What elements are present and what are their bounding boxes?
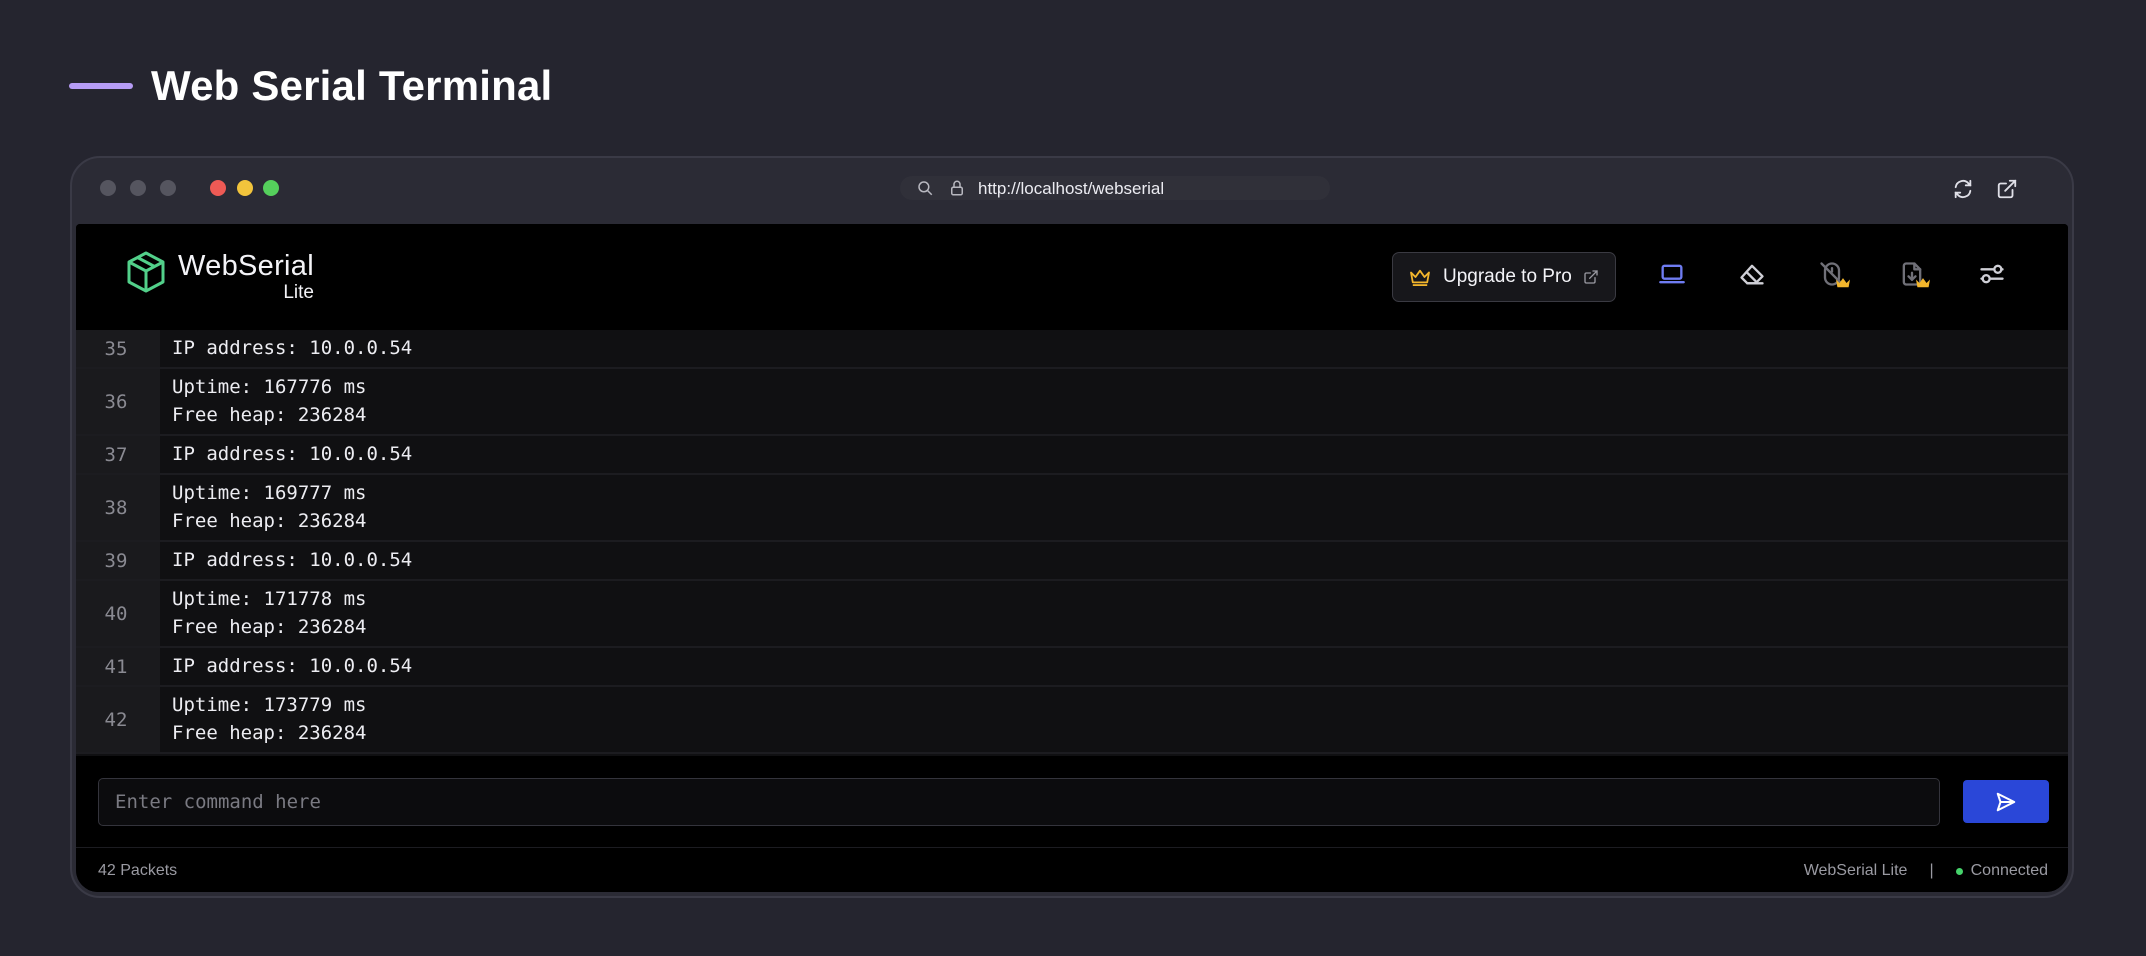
crown-icon: [1916, 278, 1930, 288]
lock-icon: [951, 180, 963, 196]
log-message: IP address: 10.0.0.54: [160, 330, 412, 367]
monitor-icon: [1659, 264, 1685, 284]
settings-button[interactable]: [1978, 260, 2012, 294]
inactive-dot: [130, 180, 146, 196]
connection-status: Connected: [1970, 862, 2048, 879]
log-message: Uptime: 171778 ms Free heap: 236284: [160, 581, 366, 646]
logo-subtitle: Lite: [283, 282, 314, 303]
log-message: IP address: 10.0.0.54: [160, 542, 412, 579]
clear-terminal-button[interactable]: [1738, 260, 1772, 294]
line-number: 38: [76, 475, 160, 540]
log-line-text: Uptime: 171778 ms: [172, 588, 367, 610]
log-row: 39 IP address: 10.0.0.54: [76, 542, 2068, 581]
send-icon: [1996, 792, 2016, 811]
log-message: Uptime: 169777 ms Free heap: 236284: [160, 475, 366, 540]
terminal-log[interactable]: 35 IP address: 10.0.0.54 36 Uptime: 167776 …: [76, 330, 2068, 756]
close-window-button[interactable]: [210, 180, 226, 196]
log-line-text: Free heap: 236284: [172, 722, 367, 744]
page-header: Web Serial Terminal: [69, 62, 552, 110]
log-line-text: Uptime: 167776 ms: [172, 376, 367, 398]
inactive-dot: [100, 180, 116, 196]
log-line-text: Free heap: 236284: [172, 510, 367, 532]
packet-count: 42 Packets: [98, 862, 178, 879]
sliders-icon: [1980, 264, 2004, 284]
log-line-text: IP address: 10.0.0.54: [172, 655, 413, 677]
log-row: 40 Uptime: 171778 ms Free heap: 236284: [76, 581, 2068, 648]
external-link-icon: [1584, 270, 1598, 284]
command-bar: [76, 756, 2068, 848]
page-title: Web Serial Terminal: [151, 62, 553, 109]
log-message: IP address: 10.0.0.54: [160, 436, 412, 473]
open-external-icon[interactable]: [1996, 178, 2018, 200]
log-row: 37 IP address: 10.0.0.54: [76, 436, 2068, 475]
connection-status-dot: [1955, 867, 1963, 875]
line-number: 39: [76, 542, 160, 579]
export-log-button[interactable]: [1898, 260, 1932, 294]
eraser-icon: [1740, 264, 1764, 285]
address-bar[interactable]: http://localhost/webserial: [900, 176, 1330, 200]
line-number: 41: [76, 648, 160, 685]
status-separator: |: [1929, 862, 1934, 879]
app-version-label: WebSerial Lite: [1803, 862, 1908, 879]
log-line-text: Free heap: 236284: [172, 404, 367, 426]
log-row: 35 IP address: 10.0.0.54: [76, 330, 2068, 369]
app-logo: WebSerial Lite: [126, 250, 314, 302]
browser-chrome: http://localhost/webserial: [72, 158, 2072, 222]
line-number: 42: [76, 687, 160, 752]
terminal-view-button[interactable]: [1658, 260, 1692, 294]
autoscroll-toggle-button[interactable]: [1818, 260, 1852, 294]
line-number: 35: [76, 330, 160, 367]
log-message: IP address: 10.0.0.54: [160, 648, 412, 685]
browser-window: http://localhost/webserial WebSerial Lit…: [70, 156, 2074, 898]
search-icon: [918, 181, 933, 196]
url-text: http://localhost/webserial: [978, 179, 1165, 198]
upgrade-label: Upgrade to Pro: [1443, 266, 1572, 287]
log-message: Uptime: 167776 ms Free heap: 236284: [160, 369, 366, 434]
upgrade-to-pro-button[interactable]: Upgrade to Pro: [1392, 252, 1616, 302]
send-button[interactable]: [1963, 780, 2049, 823]
logo-name: WebSerial: [178, 250, 314, 282]
cube-logo-icon: [127, 251, 165, 293]
log-line-text: Free heap: 236284: [172, 616, 367, 638]
line-number: 40: [76, 581, 160, 646]
log-line-text: Uptime: 173779 ms: [172, 694, 367, 716]
log-message: Uptime: 173779 ms Free heap: 236284: [160, 687, 366, 752]
crown-icon: [1410, 269, 1430, 286]
log-row: 42 Uptime: 173779 ms Free heap: 236284: [76, 687, 2068, 754]
log-row: 38 Uptime: 169777 ms Free heap: 236284: [76, 475, 2068, 542]
app-header: WebSerial Lite Upgrade to Pro: [76, 224, 2068, 330]
line-number: 37: [76, 436, 160, 473]
maximize-window-button[interactable]: [263, 180, 279, 196]
webserial-app: WebSerial Lite Upgrade to Pro 35 IP addr…: [76, 224, 2068, 892]
log-line-text: Uptime: 169777 ms: [172, 482, 367, 504]
line-number: 36: [76, 369, 160, 434]
inactive-dot: [160, 180, 176, 196]
log-row: 41 IP address: 10.0.0.54: [76, 648, 2068, 687]
log-row: 36 Uptime: 167776 ms Free heap: 236284: [76, 369, 2068, 436]
log-line-text: IP address: 10.0.0.54: [172, 443, 413, 465]
reload-icon[interactable]: [1952, 178, 1974, 200]
log-line-text: IP address: 10.0.0.54: [172, 549, 413, 571]
title-accent-bar: [69, 83, 133, 89]
minimize-window-button[interactable]: [237, 180, 253, 196]
crown-icon: [1836, 278, 1850, 288]
command-input[interactable]: [98, 778, 1940, 826]
log-line-text: IP address: 10.0.0.54: [172, 337, 413, 359]
status-bar: 42 Packets WebSerial Lite | Connected: [76, 848, 2068, 892]
